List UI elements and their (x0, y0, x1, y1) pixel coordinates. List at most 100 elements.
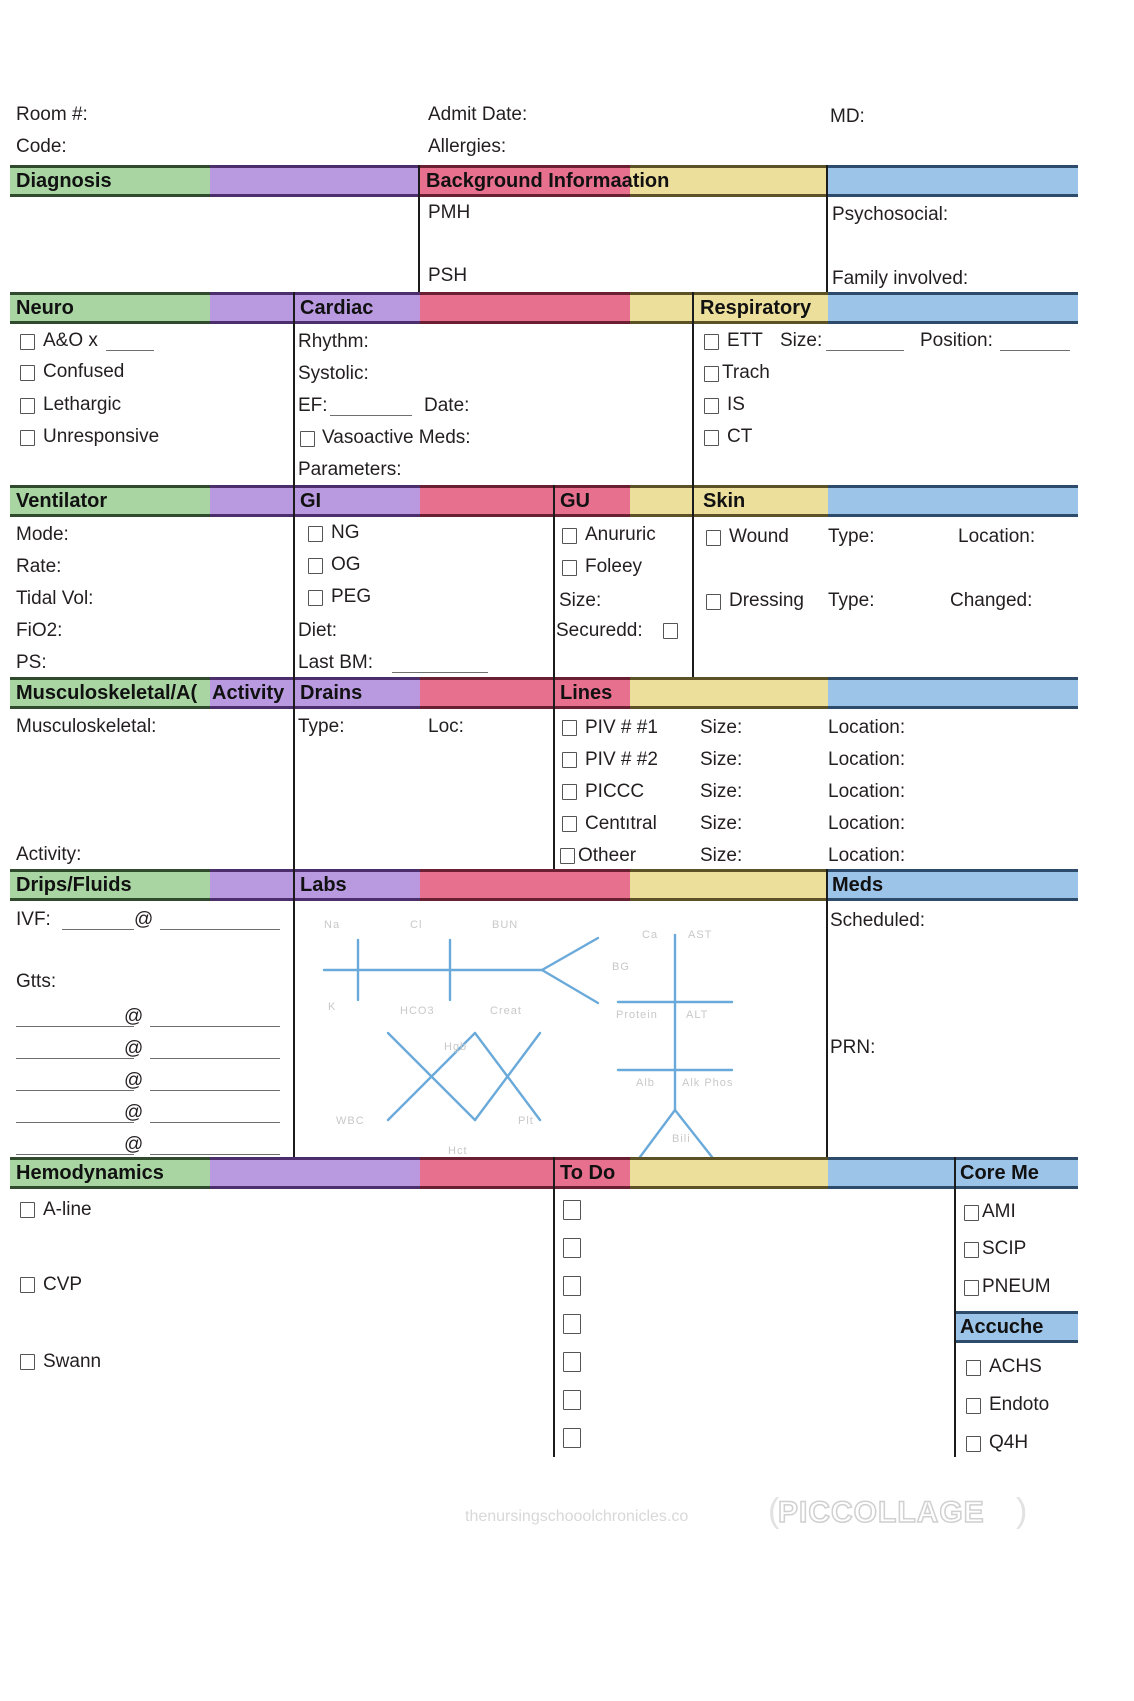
vent-ps-label: PS: (16, 652, 47, 673)
checkbox-core-ami[interactable] (964, 1205, 979, 1221)
piccollage-watermark: PICCOLLAGE (777, 1495, 985, 1530)
band-diagnosis-purple (210, 165, 420, 197)
hemo-aline-label: A-line (43, 1199, 92, 1220)
checkbox-neuro-confused[interactable] (20, 365, 35, 381)
checkbox-gu-secured[interactable] (663, 623, 678, 639)
report-sheet-page: Room #: Code: Admit Date: Allergies: MD:… (0, 0, 1134, 1701)
gi-lastbm-blank[interactable] (392, 672, 488, 673)
checkbox-core-pneum[interactable] (964, 1280, 979, 1296)
gtts-blank-right-0[interactable] (150, 1026, 280, 1027)
checkbox-line-3[interactable] (562, 816, 577, 832)
divider-drains-left (293, 677, 295, 873)
gtts-blank-left-4[interactable] (16, 1154, 134, 1155)
band-gi-pink (420, 485, 555, 517)
checkbox-todo-5[interactable] (563, 1390, 581, 1410)
checkbox-resp-ett[interactable] (704, 334, 719, 350)
band-labs-pink (420, 869, 630, 901)
checkbox-hemo-cvp[interactable] (20, 1277, 35, 1293)
section-title-activity: Activity (212, 682, 285, 704)
lab-label-alb: Alb (636, 1077, 655, 1089)
band-hemo-pink (420, 1157, 555, 1189)
section-title-labs: Labs (300, 874, 347, 896)
family-involved-label: Family involved: (832, 268, 969, 289)
core-pneum-label: PNEUM (982, 1276, 1051, 1297)
gtts-blank-left-2[interactable] (16, 1090, 134, 1091)
drips-ivf-blank-2[interactable] (160, 929, 280, 930)
checkbox-core-scip[interactable] (964, 1242, 979, 1258)
checkbox-resp-ct[interactable] (704, 430, 719, 446)
checkbox-gu-anuric[interactable] (562, 528, 577, 544)
activity-label: Activity: (16, 844, 82, 865)
checkbox-skin-dressing[interactable] (706, 594, 721, 610)
site-watermark: thenursingschooolchronicles.co (465, 1508, 689, 1525)
admit-date-label: Admit Date: (428, 104, 528, 125)
cardiac-ef-blank[interactable] (330, 415, 412, 416)
gtts-blank-right-3[interactable] (150, 1122, 280, 1123)
checkbox-line-2[interactable] (562, 784, 577, 800)
section-title-respiratory: Respiratory (700, 297, 812, 319)
gi-peg-label: PEG (331, 586, 372, 607)
drips-ivf-blank-1[interactable] (62, 929, 134, 930)
skin-wound-label: Wound (729, 526, 789, 547)
divider-gu-left (553, 485, 555, 681)
resp-ct-label: CT (727, 426, 753, 447)
band-gu-yellow (630, 485, 698, 517)
accu-endoto-label: Endoto (989, 1394, 1050, 1415)
lab-label-alt: ALT (686, 1009, 709, 1021)
checkbox-hemo-swann[interactable] (20, 1354, 35, 1370)
vent-fio2-label: FiO2: (16, 620, 63, 641)
checkbox-todo-3[interactable] (563, 1314, 581, 1334)
checkbox-todo-0[interactable] (563, 1200, 581, 1220)
neuro-item-ao-label: A&O x (43, 330, 98, 351)
resp-ett-size-label: Size: (780, 330, 823, 351)
checkbox-resp-trach[interactable] (704, 366, 719, 382)
vent-mode-label: Mode: (16, 524, 69, 545)
checkbox-resp-is[interactable] (704, 398, 719, 414)
gtts-at-4: @ (124, 1134, 144, 1155)
checkbox-accu-achs[interactable] (966, 1360, 981, 1376)
resp-is-label: IS (727, 394, 745, 415)
checkbox-todo-2[interactable] (563, 1276, 581, 1296)
checkbox-gi-og[interactable] (308, 558, 323, 574)
checkbox-todo-6[interactable] (563, 1428, 581, 1448)
gtts-blank-left-0[interactable] (16, 1026, 134, 1027)
gtts-blank-right-2[interactable] (150, 1090, 280, 1091)
gtts-blank-right-1[interactable] (150, 1058, 280, 1059)
core-scip-label: SCIP (982, 1238, 1027, 1259)
checkbox-line-1[interactable] (562, 752, 577, 768)
checkbox-neuro-ao[interactable] (20, 334, 35, 350)
gtts-blank-left-3[interactable] (16, 1122, 134, 1123)
lab-label-creat: Creat (490, 1005, 522, 1017)
checkbox-gi-peg[interactable] (308, 590, 323, 606)
line-size-3: Size: (700, 813, 743, 834)
piccollage-bracket-right: ) (1016, 1492, 1028, 1530)
section-title-diagnosis: Diagnosis (16, 170, 112, 192)
checkbox-skin-wound[interactable] (706, 530, 721, 546)
checkbox-gu-foley[interactable] (562, 560, 577, 576)
neuro-ao-blank[interactable] (106, 350, 154, 351)
checkbox-todo-1[interactable] (563, 1238, 581, 1258)
checkbox-hemo-aline[interactable] (20, 1202, 35, 1218)
checkbox-line-4[interactable] (560, 848, 575, 864)
cardiac-systolic-label: Systolic: (298, 363, 369, 384)
line-location-4: Location: (828, 845, 906, 866)
gtts-blank-left-1[interactable] (16, 1058, 134, 1059)
checkbox-vasoactive-meds[interactable] (300, 431, 315, 447)
checkbox-neuro-lethargic[interactable] (20, 398, 35, 414)
checkbox-neuro-unresponsive[interactable] (20, 430, 35, 446)
section-title-background: Background Informaation (426, 170, 670, 192)
md-label: MD: (830, 106, 865, 127)
divider-background-right (826, 165, 828, 300)
checkbox-accu-endoto[interactable] (966, 1398, 981, 1414)
gtts-at-0: @ (124, 1006, 144, 1027)
resp-ett-size-blank[interactable] (826, 350, 904, 351)
section-title-core-measures: Core Me (960, 1162, 1039, 1184)
resp-ett-position-blank[interactable] (1000, 350, 1070, 351)
accu-q4h-label: Q4H (989, 1432, 1029, 1453)
checkbox-line-0[interactable] (562, 720, 577, 736)
gtts-blank-right-4[interactable] (150, 1154, 280, 1155)
checkbox-todo-4[interactable] (563, 1352, 581, 1372)
checkbox-gi-ng[interactable] (308, 526, 323, 542)
checkbox-accu-q4h[interactable] (966, 1436, 981, 1452)
lab-label-k: K (328, 1001, 337, 1013)
